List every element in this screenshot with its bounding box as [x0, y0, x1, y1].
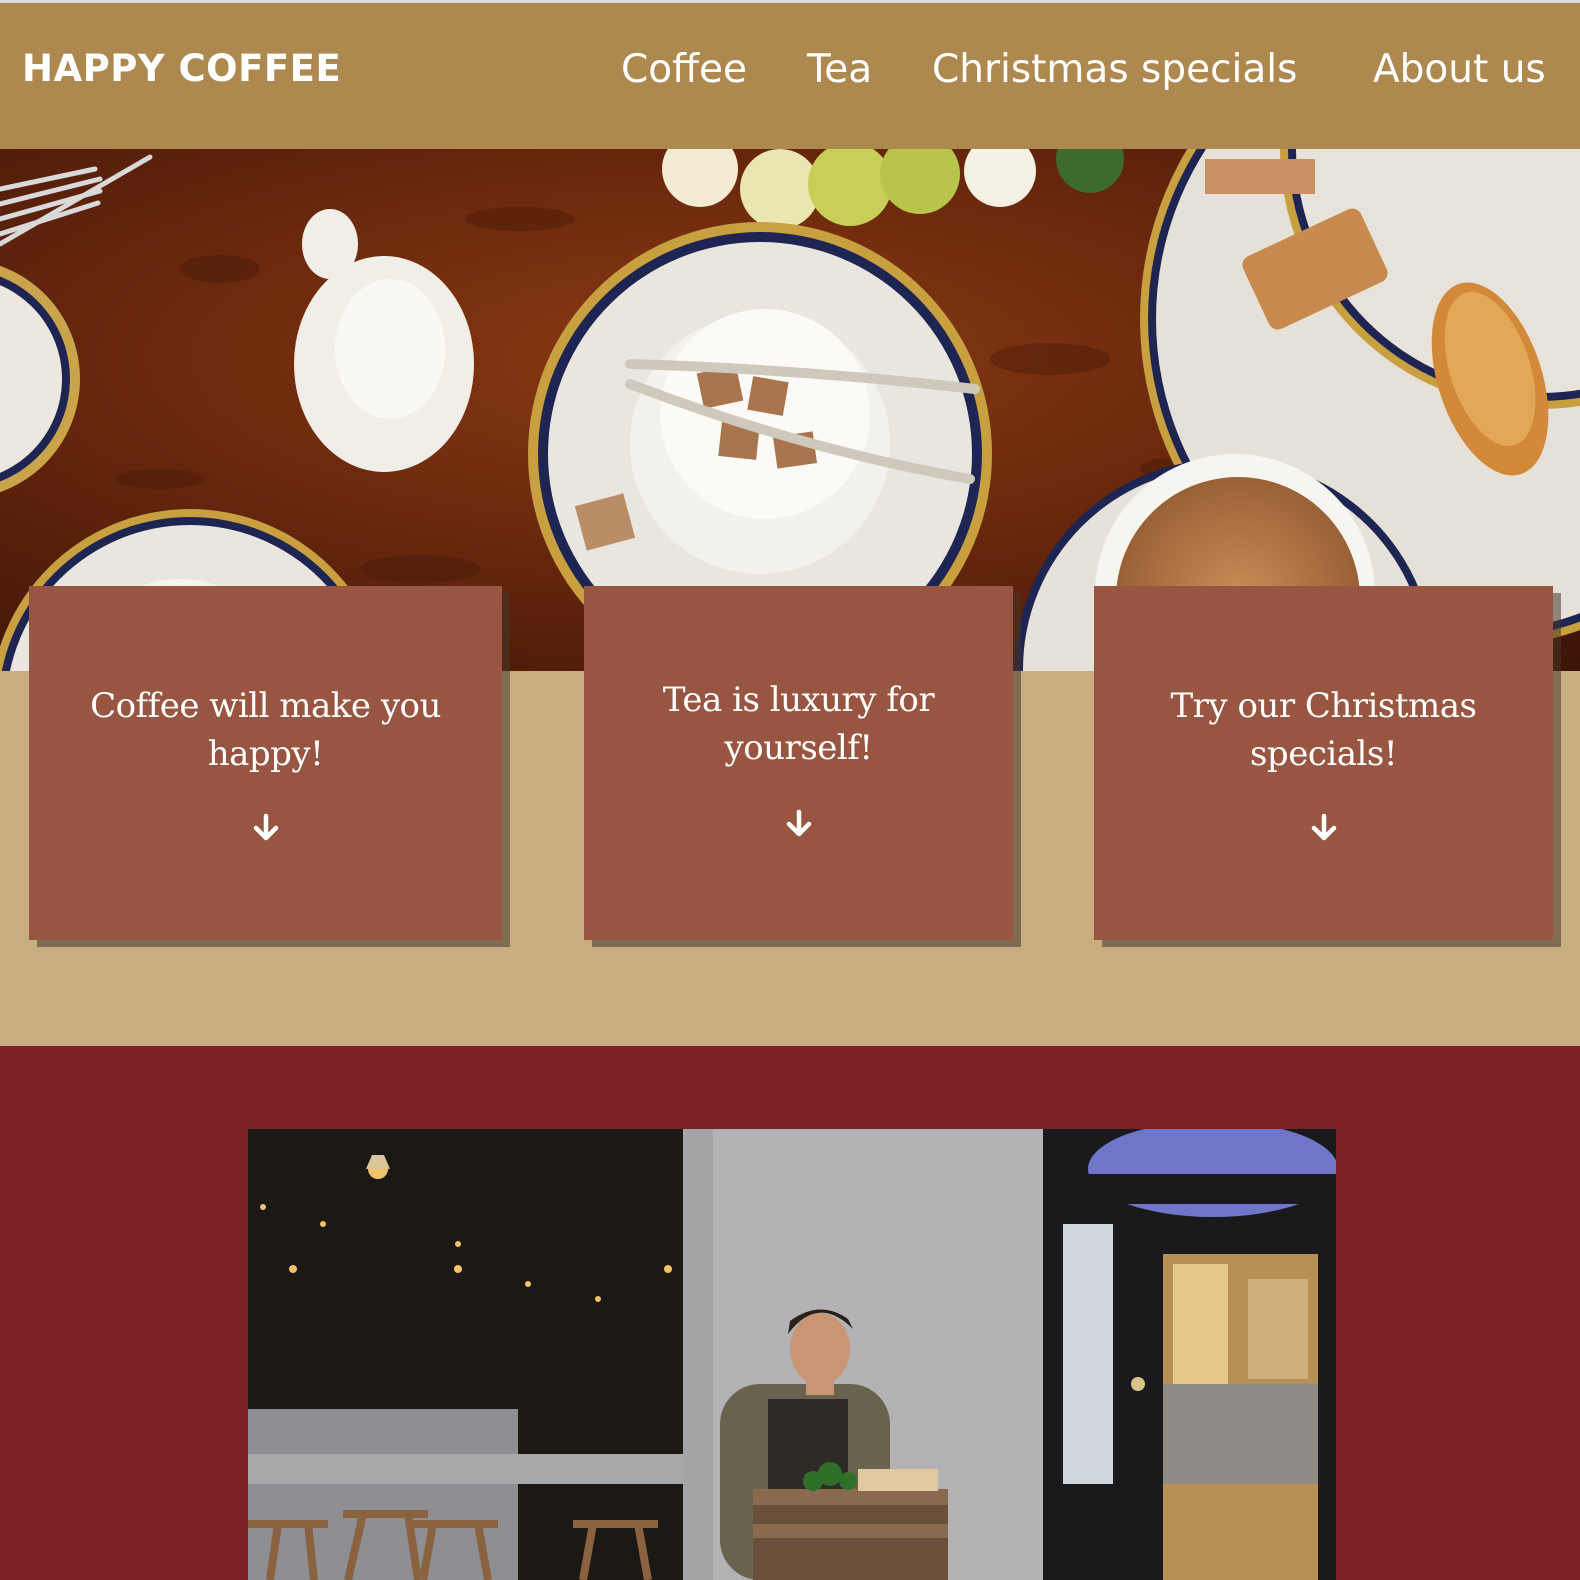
navbar: HAPPY COFFEE Coffee Tea Christmas specia… — [0, 3, 1580, 149]
barista-storefront-photo — [248, 1129, 1336, 1580]
arrow-down-icon[interactable] — [1308, 812, 1340, 844]
promo-card-text: Try our Christmas specials! — [1170, 686, 1477, 774]
promo-card-coffee[interactable]: Coffee will make you happy! — [29, 586, 502, 940]
promo-card-christmas[interactable]: Try our Christmas specials! — [1094, 586, 1553, 940]
nav-link-tea[interactable]: Tea — [807, 47, 872, 92]
promo-card-text: Coffee will make you happy! — [90, 686, 441, 774]
arrow-down-icon[interactable] — [783, 808, 815, 840]
nav-link-christmas-specials[interactable]: Christmas specials — [932, 47, 1297, 92]
arrow-down-icon[interactable] — [250, 812, 282, 844]
nav-link-about-us[interactable]: About us — [1373, 47, 1546, 92]
promo-card-text: Tea is luxury for yourself! — [662, 680, 935, 768]
brand-logo[interactable]: HAPPY COFFEE — [22, 47, 341, 90]
nav-link-coffee[interactable]: Coffee — [621, 47, 747, 92]
promo-card-tea[interactable]: Tea is luxury for yourself! — [584, 586, 1013, 940]
about-image — [248, 1129, 1336, 1580]
